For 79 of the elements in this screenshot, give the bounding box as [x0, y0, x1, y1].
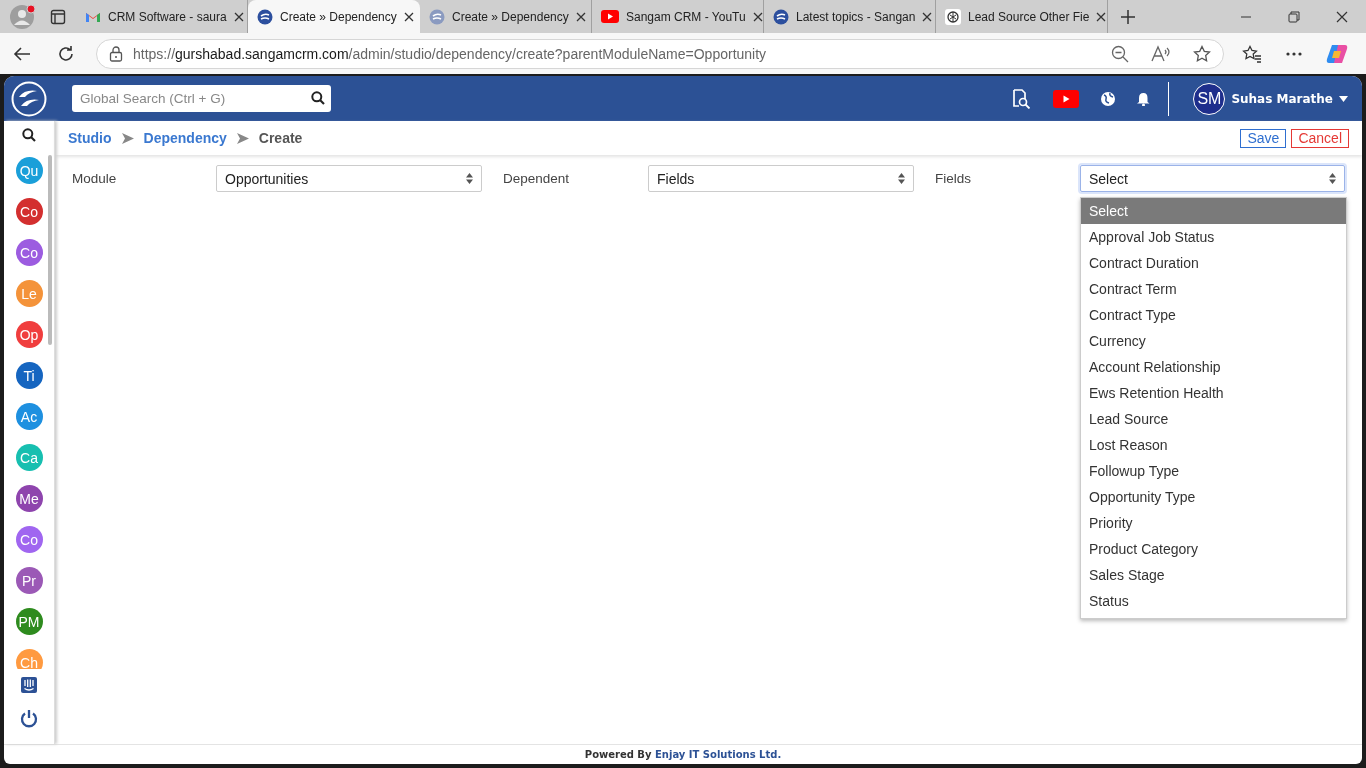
dropdown-option[interactable]: Contract Term — [1081, 276, 1346, 302]
sort-arrows-icon — [898, 173, 905, 184]
intercom-icon[interactable] — [21, 677, 37, 693]
module-avatar[interactable]: Op — [15, 321, 43, 348]
bell-icon[interactable] — [1137, 91, 1151, 106]
select-field[interactable]: Opportunities — [216, 165, 482, 192]
dropdown-option[interactable]: Contract Duration — [1081, 250, 1346, 276]
search-field[interactable]: Global Search (Ctrl + G) — [72, 85, 331, 112]
module-avatar[interactable]: Co — [15, 526, 43, 553]
refresh-icon[interactable] — [57, 44, 75, 63]
breadcrumb-link[interactable]: Studio — [68, 130, 112, 146]
swirl-logo-icon — [257, 8, 273, 25]
close-icon[interactable] — [575, 11, 586, 22]
user-avatar[interactable]: SM — [1193, 82, 1226, 115]
play-icon — [601, 10, 619, 23]
sort-arrows-icon — [466, 173, 473, 184]
more-icon[interactable] — [1286, 51, 1302, 56]
play-icon[interactable] — [1053, 89, 1080, 108]
field-label: Fields — [935, 171, 972, 186]
footer-text: Powered By Enjay IT Solutions Ltd. — [584, 749, 782, 760]
globe-icon[interactable] — [1101, 91, 1116, 106]
profile-icon[interactable] — [10, 3, 36, 30]
search-icon[interactable] — [22, 128, 36, 142]
dropdown-option[interactable]: Currency — [1081, 328, 1346, 354]
copilot-icon[interactable] — [1326, 42, 1348, 65]
browser-tab[interactable]: Create » Dependency — [248, 0, 420, 33]
star-icon[interactable] — [1193, 44, 1211, 63]
dropdown-option[interactable]: Select — [1081, 198, 1346, 224]
company-link[interactable]: Enjay IT Solutions Ltd. — [655, 749, 782, 760]
select-field[interactable]: Fields — [648, 165, 914, 192]
dropdown-option[interactable]: Account Relationship — [1081, 354, 1346, 380]
dropdown-option[interactable]: Opportunity Type — [1081, 484, 1346, 510]
favorites-icon[interactable] — [1242, 44, 1262, 63]
chevron-icon — [236, 132, 249, 144]
close-icon[interactable] — [922, 11, 933, 22]
document-search-icon[interactable] — [1011, 88, 1032, 109]
dropdown-option[interactable]: Priority — [1081, 510, 1346, 536]
dropdown-option[interactable]: Lead Source — [1081, 406, 1346, 432]
save-button[interactable]: Save — [1240, 128, 1287, 148]
search-icon[interactable] — [311, 91, 325, 105]
module-avatar[interactable]: Co — [15, 239, 43, 266]
dropdown-option[interactable]: Sales Stage — [1081, 562, 1346, 588]
close-icon[interactable] — [233, 11, 244, 22]
dropdown-option[interactable]: Ews Retention Health — [1081, 380, 1346, 406]
sort-arrows-icon — [1329, 173, 1336, 184]
close-icon[interactable] — [403, 11, 414, 22]
new-tab-icon[interactable] — [1120, 8, 1136, 25]
field-label: Dependent — [503, 171, 571, 186]
dropdown-option[interactable]: Contract Type — [1081, 302, 1346, 328]
chevron-icon — [121, 132, 134, 144]
module-avatar[interactable]: Co — [15, 198, 43, 225]
close-icon[interactable] — [752, 11, 763, 22]
swirl-logo-icon — [11, 80, 47, 117]
dropdown-option[interactable]: Followup Type — [1081, 458, 1346, 484]
mail-icon — [85, 10, 101, 23]
breadcrumb-current: Create — [258, 130, 303, 146]
dropdown-option[interactable]: Lost Reason — [1081, 432, 1346, 458]
knot-logo-icon — [945, 8, 961, 25]
lock-icon[interactable] — [109, 45, 123, 62]
module-avatar[interactable]: PM — [15, 608, 43, 635]
dropdown-option[interactable]: Status — [1081, 588, 1346, 614]
power-icon[interactable] — [20, 709, 38, 728]
swirl-logo-icon — [773, 8, 789, 25]
user-name[interactable]: Suhas Marathe — [1231, 91, 1333, 106]
dropdown-option[interactable]: Approval Job Status — [1081, 224, 1346, 250]
tab-actions-icon[interactable] — [50, 8, 66, 25]
dropdown-option[interactable]: Product Category — [1081, 536, 1346, 562]
close-icon[interactable] — [1096, 11, 1107, 22]
swirl-logo-icon — [429, 8, 445, 25]
read-aloud-icon[interactable] — [1151, 44, 1171, 63]
module-avatar[interactable]: Me — [15, 485, 43, 512]
module-avatar[interactable]: Ti — [15, 362, 43, 389]
caret-icon[interactable] — [1339, 95, 1348, 102]
field-label: Module — [72, 171, 118, 186]
module-avatar[interactable]: Pr — [15, 567, 43, 594]
back-icon[interactable] — [13, 45, 31, 62]
zoom-out-icon[interactable] — [1111, 44, 1129, 63]
breadcrumb-link[interactable]: Dependency — [143, 130, 227, 146]
cancel-button[interactable]: Cancel — [1291, 128, 1349, 148]
